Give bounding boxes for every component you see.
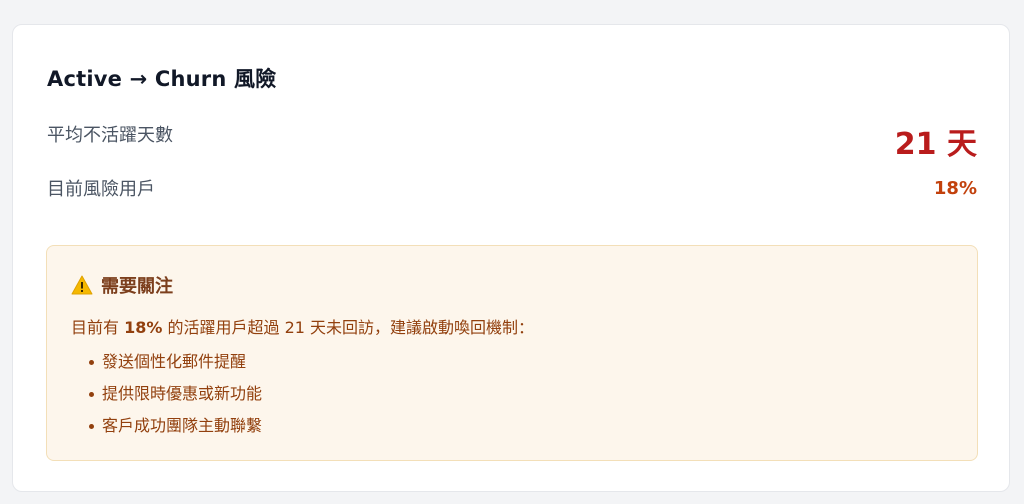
list-item: 發送個性化郵件提醒 xyxy=(89,346,262,378)
alert-message: 目前有 18% 的活躍用戶超過 21 天未回訪，建議啟動喚回機制： xyxy=(71,314,534,338)
list-item: 客戶成功團隊主動聯繫 xyxy=(89,410,262,442)
metric-value-inactive-days: 21 天 xyxy=(894,127,977,162)
warning-icon xyxy=(71,275,93,295)
list-item-label: 提供限時優惠或新功能 xyxy=(102,384,263,403)
alert-message-highlight: 18% xyxy=(124,318,163,337)
alert-header: 需要關注 xyxy=(71,272,173,298)
bullet-icon xyxy=(89,359,94,365)
attention-alert: 需要關注 目前有 18% 的活躍用戶超過 21 天未回訪，建議啟動喚回機制： 發… xyxy=(46,245,978,461)
alert-message-prefix: 目前有 xyxy=(71,318,125,337)
churn-risk-card: Active → Churn 風險 平均不活躍天數 21 天 目前風險用戶 18… xyxy=(12,24,1010,492)
list-item-label: 發送個性化郵件提醒 xyxy=(102,352,247,371)
recommendation-list: 發送個性化郵件提醒 提供限時優惠或新功能 客戶成功團隊主動聯繫 xyxy=(89,346,262,442)
bullet-icon xyxy=(89,423,94,429)
card-title: Active → Churn 風險 xyxy=(47,67,277,91)
alert-title: 需要關注 xyxy=(101,276,173,297)
metric-row-risk-users: 目前風險用戶 18% xyxy=(47,173,977,203)
list-item-label: 客戶成功團隊主動聯繫 xyxy=(102,416,263,435)
list-item: 提供限時優惠或新功能 xyxy=(89,378,262,410)
metric-value-risk-users: 18% xyxy=(933,177,977,199)
metric-label-risk-users: 目前風險用戶 xyxy=(47,179,155,200)
metric-row-inactive-days: 平均不活躍天數 21 天 xyxy=(47,117,977,162)
bullet-icon xyxy=(89,391,94,397)
alert-message-suffix: 的活躍用戶超過 21 天未回訪，建議啟動喚回機制： xyxy=(162,318,535,337)
metric-label-inactive-days: 平均不活躍天數 xyxy=(47,125,173,146)
